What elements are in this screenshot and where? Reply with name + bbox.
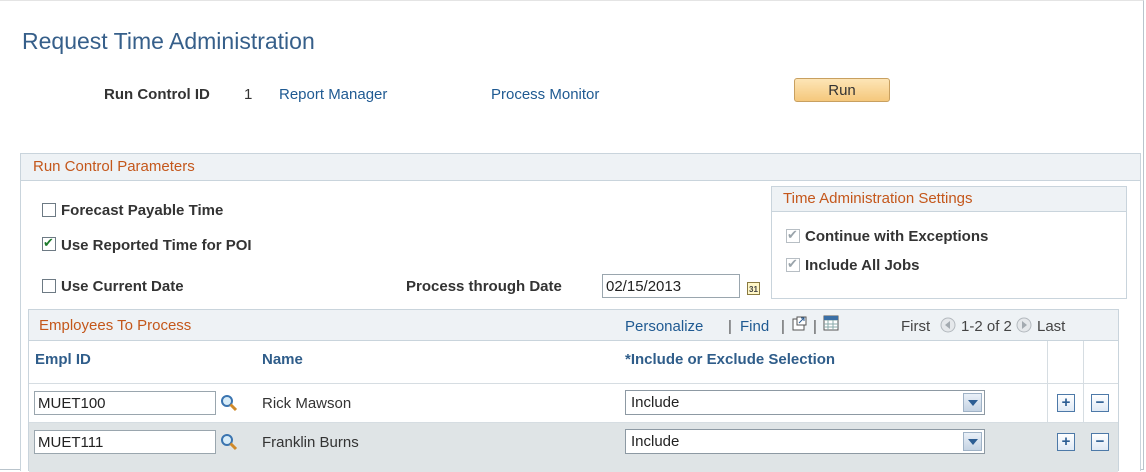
include-exclude-value: Include	[631, 394, 680, 411]
find-link[interactable]: Find	[740, 318, 769, 335]
first-label: First	[901, 318, 931, 335]
forecast-payable-time-checkbox[interactable]	[42, 203, 56, 217]
chevron-down-icon	[963, 432, 982, 451]
table-row: Rick Mawson Include + −	[29, 383, 1118, 422]
include-all-jobs-checkbox[interactable]	[786, 256, 800, 272]
empl-id-input[interactable]	[34, 391, 216, 415]
time-admin-settings-title: Time Administration Settings	[783, 190, 973, 207]
run-control-id-value: 1	[244, 86, 253, 103]
col-header-include-exclude: *Include or Exclude Selection	[625, 351, 836, 368]
employee-name: Rick Mawson	[262, 395, 352, 412]
col-header-empl-id: Empl ID	[35, 351, 91, 368]
table-row: Franklin Burns Include + −	[29, 422, 1118, 472]
use-reported-time-checkbox[interactable]	[42, 235, 56, 251]
previous-icon[interactable]	[940, 317, 956, 333]
delete-row-button[interactable]: −	[1091, 394, 1109, 412]
process-through-date-input[interactable]	[602, 274, 740, 298]
employees-grid: Employees To Process Personalize | Find …	[28, 309, 1119, 472]
use-current-date-checkbox[interactable]	[42, 279, 56, 293]
lookup-search-icon[interactable]	[220, 394, 238, 412]
forecast-payable-time-label: Forecast Payable Time	[61, 202, 224, 219]
add-row-button[interactable]: +	[1057, 433, 1075, 451]
calendar-icon[interactable]: 31	[747, 282, 760, 295]
include-all-jobs-label: Include All Jobs	[805, 257, 920, 274]
download-grid-icon[interactable]	[823, 315, 839, 331]
report-manager-link[interactable]: Report Manager	[279, 86, 387, 103]
empl-id-input[interactable]	[34, 430, 216, 454]
use-reported-time-label: Use Reported Time for POI	[61, 237, 252, 254]
last-label: Last	[1037, 318, 1066, 335]
next-icon[interactable]	[1016, 317, 1032, 333]
use-current-date-label: Use Current Date	[61, 278, 184, 295]
run-control-parameters-title: Run Control Parameters	[33, 158, 195, 175]
employee-name: Franklin Burns	[262, 434, 359, 451]
include-exclude-select[interactable]: Include	[625, 429, 985, 454]
delete-row-button[interactable]: −	[1091, 433, 1109, 451]
employees-grid-title: Employees To Process	[39, 317, 192, 334]
employees-grid-header: Employees To Process Personalize | Find …	[29, 310, 1118, 341]
run-control-id-label: Run Control ID	[104, 86, 210, 103]
view-all-icon[interactable]	[792, 316, 807, 331]
col-header-name: Name	[262, 351, 303, 368]
include-exclude-select[interactable]: Include	[625, 390, 985, 415]
process-through-date-label: Process through Date	[406, 278, 562, 295]
separator: |	[781, 318, 785, 335]
chevron-down-icon	[963, 393, 982, 412]
process-monitor-link[interactable]: Process Monitor	[491, 86, 599, 103]
personalize-link[interactable]: Personalize	[625, 318, 703, 335]
continue-with-exceptions-checkbox[interactable]	[786, 227, 800, 243]
separator: |	[728, 318, 732, 335]
separator: |	[813, 318, 817, 335]
include-exclude-value: Include	[631, 433, 680, 450]
run-button[interactable]: Run	[794, 78, 890, 102]
lookup-search-icon[interactable]	[220, 433, 238, 451]
row-range: 1-2 of 2	[961, 318, 1012, 335]
time-admin-settings-header: Time Administration Settings	[772, 187, 1126, 212]
continue-with-exceptions-label: Continue with Exceptions	[805, 228, 989, 245]
page-title: Request Time Administration	[22, 28, 315, 54]
add-row-button[interactable]: +	[1057, 394, 1075, 412]
run-control-parameters-header: Run Control Parameters	[21, 154, 1140, 181]
